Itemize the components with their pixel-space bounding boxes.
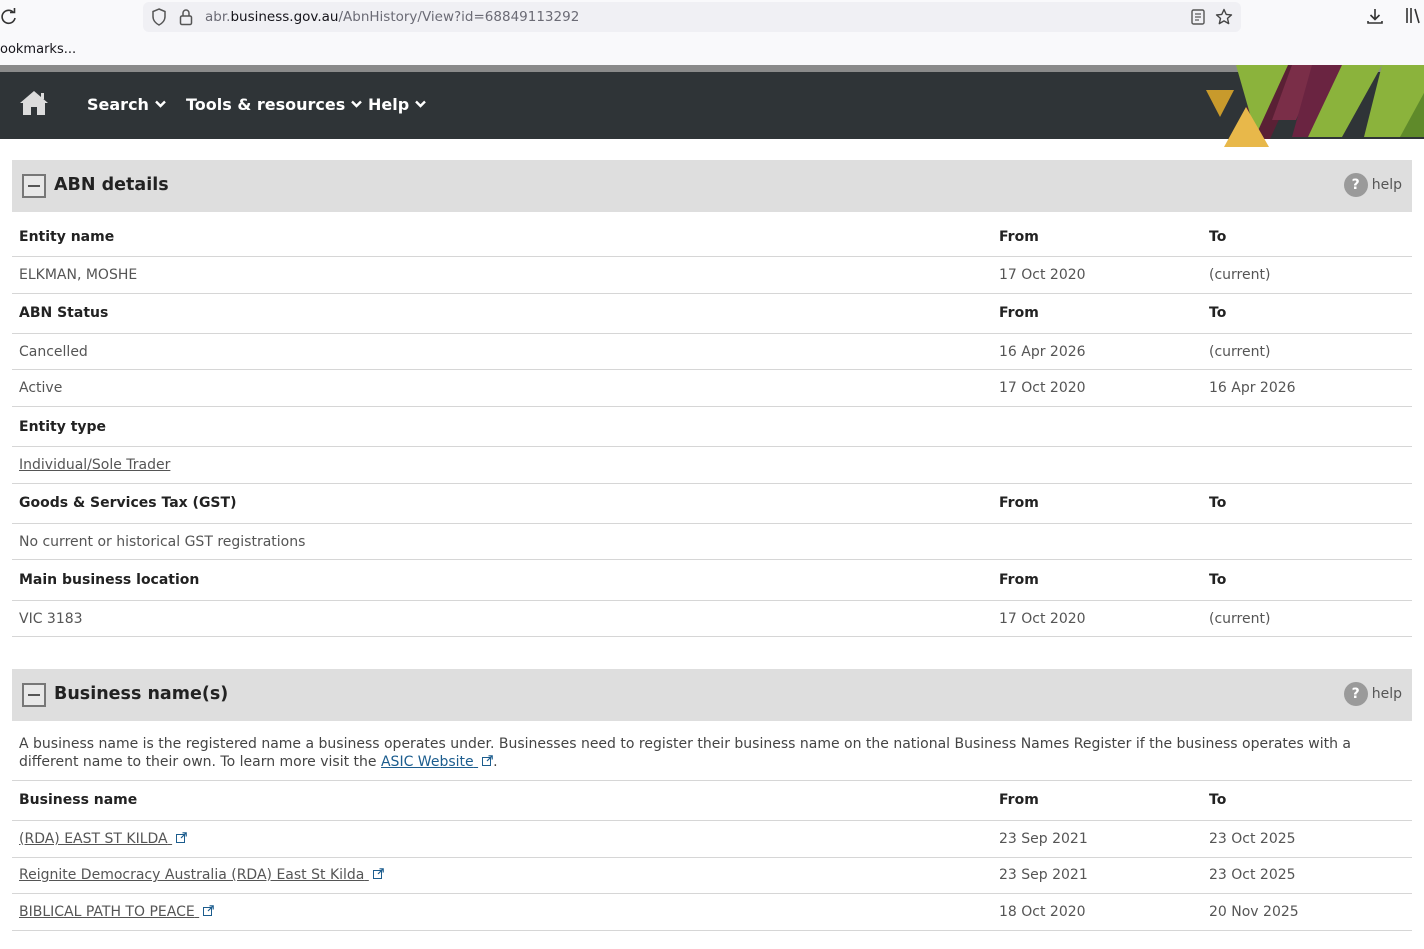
brand-logo [1206,65,1424,147]
status-value: Cancelled [19,344,88,360]
section-title: Business name(s) [54,684,229,704]
to-date: 23 Oct 2025 [1209,867,1296,883]
location-value: VIC 3183 [19,611,83,627]
entity-name-value: ELKMAN, MOSHE [19,267,138,283]
to-date: 16 Apr 2026 [1209,380,1296,396]
intro-row-divider [12,725,1412,781]
reload-icon[interactable] [0,8,18,26]
address-bar[interactable]: abr.business.gov.au/AbnHistory/View?id=6… [143,2,1241,32]
collapse-toggle[interactable] [22,683,46,707]
section-title: ABN details [54,175,169,195]
help-link[interactable]: ? help [1343,173,1402,197]
column-header: Entity name [19,229,115,245]
from-date: 23 Sep 2021 [999,867,1088,883]
table-row: Reignite Democracy Australia (RDA) East … [12,858,1412,894]
bookmarks-toolbar-item[interactable]: ookmarks... [0,42,76,57]
gst-value: No current or historical GST registratio… [19,534,306,550]
abn-status-header-row: ABN Status From To [12,294,1412,334]
location-header-row: Main business location From To [12,560,1412,601]
column-header: Entity type [19,419,107,435]
nav-search[interactable]: Search [87,95,166,114]
column-header: To [1209,305,1227,321]
table-row: VIC 3183 17 Oct 2020 (current) [12,601,1412,637]
collapse-toggle[interactable] [22,174,46,198]
from-date: 18 Oct 2020 [999,904,1086,920]
nav-help[interactable]: Help [368,95,427,114]
from-date: 17 Oct 2020 [999,611,1086,627]
url-text: abr.business.gov.au/AbnHistory/View?id=6… [205,9,580,25]
table-row: (RDA) EAST ST KILDA 23 Sep 2021 23 Oct 2… [12,821,1412,858]
entity-type-link[interactable]: Individual/Sole Trader [19,457,170,473]
column-header: Goods & Services Tax (GST) [19,495,237,511]
from-date: 17 Oct 2020 [999,267,1086,283]
column-header: From [999,229,1039,245]
chevron-down-icon [415,100,427,108]
nav-tools-resources[interactable]: Tools & resources [186,95,363,114]
to-date: 20 Nov 2025 [1209,904,1299,920]
column-header: ABN Status [19,305,109,321]
to-date: (current) [1209,611,1271,627]
question-icon: ? [1343,682,1368,706]
column-header: Main business location [19,572,200,588]
table-row: Cancelled 16 Apr 2026 (current) [12,334,1412,370]
lock-icon[interactable] [178,8,194,26]
extensions-icon[interactable] [1405,7,1424,25]
column-header: From [999,572,1039,588]
table-row: No current or historical GST registratio… [12,524,1412,560]
shield-icon[interactable] [151,8,167,26]
column-header: From [999,305,1039,321]
entity-type-header-row: Entity type [12,407,1412,447]
chevron-down-icon [351,100,363,108]
gst-header-row: Goods & Services Tax (GST) From To [12,484,1412,524]
download-icon[interactable] [1366,7,1384,25]
business-names-header: Business name(s) ? help [12,669,1412,721]
home-icon[interactable] [18,89,50,117]
business-name-link[interactable]: Reignite Democracy Australia (RDA) East … [19,867,384,883]
business-name-link[interactable]: BIBLICAL PATH TO PEACE [19,904,214,920]
business-name-header-row: Business name From To [12,781,1412,821]
column-header: To [1209,792,1227,808]
abn-details-header: ABN details ? help [12,160,1412,212]
entity-name-header-row: Entity name From To [12,212,1412,257]
column-header: From [999,495,1039,511]
table-row: BIBLICAL PATH TO PEACE 18 Oct 2020 20 No… [12,894,1412,931]
help-link[interactable]: ? help [1343,682,1402,706]
to-date: (current) [1209,267,1271,283]
external-link-icon [372,868,384,879]
table-row: ELKMAN, MOSHE 17 Oct 2020 (current) [12,257,1412,294]
status-value: Active [19,380,63,396]
question-icon: ? [1343,173,1368,197]
table-row: Active 17 Oct 2020 16 Apr 2026 [12,370,1412,407]
reader-view-icon[interactable] [1191,9,1205,25]
external-link-icon [203,905,214,916]
bookmark-star-icon[interactable] [1215,8,1233,26]
browser-chrome: abr.business.gov.au/AbnHistory/View?id=6… [0,0,1424,65]
from-date: 23 Sep 2021 [999,831,1088,847]
column-header: To [1209,495,1227,511]
chevron-down-icon [155,100,166,108]
column-header: From [999,792,1039,808]
column-header: To [1209,572,1227,588]
business-name-link[interactable]: (RDA) EAST ST KILDA [19,831,187,847]
column-header: Business name [19,792,138,808]
from-date: 17 Oct 2020 [999,380,1086,396]
to-date: (current) [1209,344,1271,360]
external-link-icon [176,832,187,843]
from-date: 16 Apr 2026 [999,344,1086,360]
table-row: Individual/Sole Trader [12,447,1412,484]
to-date: 23 Oct 2025 [1209,831,1296,847]
column-header: To [1209,229,1227,245]
